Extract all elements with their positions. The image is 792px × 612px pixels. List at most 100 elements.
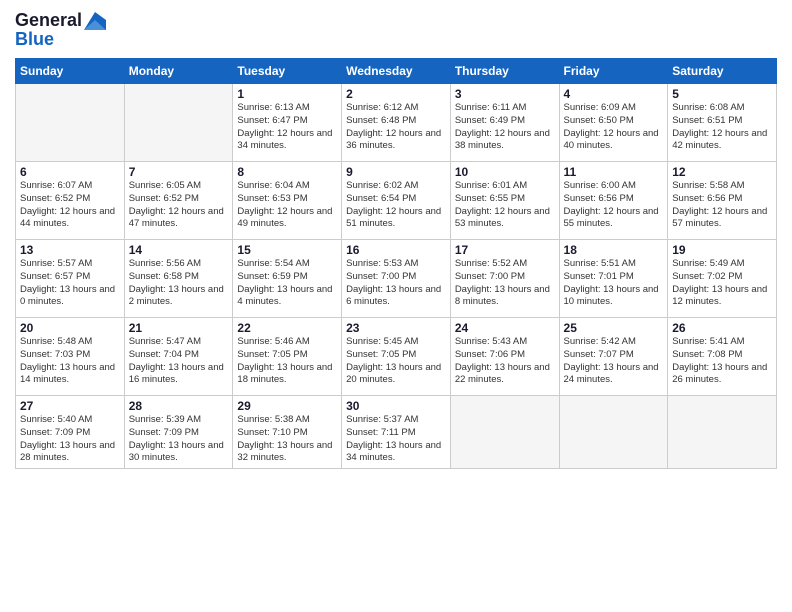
cell-info: Sunrise: 5:54 AMSunset: 6:59 PMDaylight:…	[237, 258, 337, 309]
cell-info: Sunrise: 6:07 AMSunset: 6:52 PMDaylight:…	[20, 180, 120, 231]
cell-info: Sunrise: 6:11 AMSunset: 6:49 PMDaylight:…	[455, 102, 555, 153]
calendar-cell: 2Sunrise: 6:12 AMSunset: 6:48 PMDaylight…	[342, 84, 451, 162]
week-row-3: 13Sunrise: 5:57 AMSunset: 6:57 PMDayligh…	[16, 240, 777, 318]
weekday-header-saturday: Saturday	[668, 59, 777, 84]
day-number: 19	[672, 243, 772, 257]
calendar-cell: 27Sunrise: 5:40 AMSunset: 7:09 PMDayligh…	[16, 396, 125, 469]
calendar-cell: 13Sunrise: 5:57 AMSunset: 6:57 PMDayligh…	[16, 240, 125, 318]
calendar-cell	[668, 396, 777, 469]
day-number: 27	[20, 399, 120, 413]
day-number: 26	[672, 321, 772, 335]
calendar-cell: 16Sunrise: 5:53 AMSunset: 7:00 PMDayligh…	[342, 240, 451, 318]
day-number: 14	[129, 243, 229, 257]
day-number: 28	[129, 399, 229, 413]
calendar-cell: 30Sunrise: 5:37 AMSunset: 7:11 PMDayligh…	[342, 396, 451, 469]
calendar-cell: 11Sunrise: 6:00 AMSunset: 6:56 PMDayligh…	[559, 162, 668, 240]
calendar-cell: 10Sunrise: 6:01 AMSunset: 6:55 PMDayligh…	[450, 162, 559, 240]
weekday-header-wednesday: Wednesday	[342, 59, 451, 84]
cell-info: Sunrise: 5:47 AMSunset: 7:04 PMDaylight:…	[129, 336, 229, 387]
day-number: 15	[237, 243, 337, 257]
calendar-cell: 15Sunrise: 5:54 AMSunset: 6:59 PMDayligh…	[233, 240, 342, 318]
cell-info: Sunrise: 5:49 AMSunset: 7:02 PMDaylight:…	[672, 258, 772, 309]
day-number: 30	[346, 399, 446, 413]
cell-info: Sunrise: 5:53 AMSunset: 7:00 PMDaylight:…	[346, 258, 446, 309]
calendar-cell: 7Sunrise: 6:05 AMSunset: 6:52 PMDaylight…	[124, 162, 233, 240]
day-number: 25	[564, 321, 664, 335]
calendar-cell: 29Sunrise: 5:38 AMSunset: 7:10 PMDayligh…	[233, 396, 342, 469]
calendar-cell: 21Sunrise: 5:47 AMSunset: 7:04 PMDayligh…	[124, 318, 233, 396]
calendar-cell: 20Sunrise: 5:48 AMSunset: 7:03 PMDayligh…	[16, 318, 125, 396]
day-number: 1	[237, 87, 337, 101]
cell-info: Sunrise: 6:00 AMSunset: 6:56 PMDaylight:…	[564, 180, 664, 231]
calendar-cell: 3Sunrise: 6:11 AMSunset: 6:49 PMDaylight…	[450, 84, 559, 162]
cell-info: Sunrise: 5:45 AMSunset: 7:05 PMDaylight:…	[346, 336, 446, 387]
weekday-header-monday: Monday	[124, 59, 233, 84]
cell-info: Sunrise: 6:01 AMSunset: 6:55 PMDaylight:…	[455, 180, 555, 231]
day-number: 5	[672, 87, 772, 101]
cell-info: Sunrise: 5:48 AMSunset: 7:03 PMDaylight:…	[20, 336, 120, 387]
cell-info: Sunrise: 5:56 AMSunset: 6:58 PMDaylight:…	[129, 258, 229, 309]
cell-info: Sunrise: 5:52 AMSunset: 7:00 PMDaylight:…	[455, 258, 555, 309]
cell-info: Sunrise: 5:42 AMSunset: 7:07 PMDaylight:…	[564, 336, 664, 387]
logo-blue-text: Blue	[15, 29, 106, 50]
logo-icon	[84, 12, 106, 30]
day-number: 16	[346, 243, 446, 257]
weekday-header-row: SundayMondayTuesdayWednesdayThursdayFrid…	[16, 59, 777, 84]
cell-info: Sunrise: 5:57 AMSunset: 6:57 PMDaylight:…	[20, 258, 120, 309]
calendar-cell: 26Sunrise: 5:41 AMSunset: 7:08 PMDayligh…	[668, 318, 777, 396]
calendar-cell: 4Sunrise: 6:09 AMSunset: 6:50 PMDaylight…	[559, 84, 668, 162]
calendar-cell	[124, 84, 233, 162]
cell-info: Sunrise: 6:08 AMSunset: 6:51 PMDaylight:…	[672, 102, 772, 153]
calendar-cell: 5Sunrise: 6:08 AMSunset: 6:51 PMDaylight…	[668, 84, 777, 162]
calendar-cell	[16, 84, 125, 162]
calendar-cell: 28Sunrise: 5:39 AMSunset: 7:09 PMDayligh…	[124, 396, 233, 469]
day-number: 4	[564, 87, 664, 101]
cell-info: Sunrise: 6:13 AMSunset: 6:47 PMDaylight:…	[237, 102, 337, 153]
day-number: 9	[346, 165, 446, 179]
cell-info: Sunrise: 5:38 AMSunset: 7:10 PMDaylight:…	[237, 414, 337, 465]
calendar-cell: 23Sunrise: 5:45 AMSunset: 7:05 PMDayligh…	[342, 318, 451, 396]
weekday-header-thursday: Thursday	[450, 59, 559, 84]
calendar-table: SundayMondayTuesdayWednesdayThursdayFrid…	[15, 58, 777, 469]
day-number: 2	[346, 87, 446, 101]
day-number: 24	[455, 321, 555, 335]
calendar-cell: 14Sunrise: 5:56 AMSunset: 6:58 PMDayligh…	[124, 240, 233, 318]
calendar-cell	[559, 396, 668, 469]
week-row-2: 6Sunrise: 6:07 AMSunset: 6:52 PMDaylight…	[16, 162, 777, 240]
weekday-header-tuesday: Tuesday	[233, 59, 342, 84]
cell-info: Sunrise: 5:46 AMSunset: 7:05 PMDaylight:…	[237, 336, 337, 387]
day-number: 23	[346, 321, 446, 335]
week-row-1: 1Sunrise: 6:13 AMSunset: 6:47 PMDaylight…	[16, 84, 777, 162]
cell-info: Sunrise: 5:37 AMSunset: 7:11 PMDaylight:…	[346, 414, 446, 465]
calendar-cell	[450, 396, 559, 469]
day-number: 8	[237, 165, 337, 179]
calendar-cell: 12Sunrise: 5:58 AMSunset: 6:56 PMDayligh…	[668, 162, 777, 240]
cell-info: Sunrise: 6:12 AMSunset: 6:48 PMDaylight:…	[346, 102, 446, 153]
day-number: 22	[237, 321, 337, 335]
cell-info: Sunrise: 6:05 AMSunset: 6:52 PMDaylight:…	[129, 180, 229, 231]
cell-info: Sunrise: 5:40 AMSunset: 7:09 PMDaylight:…	[20, 414, 120, 465]
day-number: 13	[20, 243, 120, 257]
day-number: 20	[20, 321, 120, 335]
day-number: 29	[237, 399, 337, 413]
calendar-cell: 22Sunrise: 5:46 AMSunset: 7:05 PMDayligh…	[233, 318, 342, 396]
calendar-cell: 9Sunrise: 6:02 AMSunset: 6:54 PMDaylight…	[342, 162, 451, 240]
calendar-cell: 6Sunrise: 6:07 AMSunset: 6:52 PMDaylight…	[16, 162, 125, 240]
day-number: 18	[564, 243, 664, 257]
cell-info: Sunrise: 6:09 AMSunset: 6:50 PMDaylight:…	[564, 102, 664, 153]
week-row-5: 27Sunrise: 5:40 AMSunset: 7:09 PMDayligh…	[16, 396, 777, 469]
day-number: 12	[672, 165, 772, 179]
day-number: 7	[129, 165, 229, 179]
day-number: 6	[20, 165, 120, 179]
header: General Blue	[15, 10, 777, 50]
calendar-cell: 24Sunrise: 5:43 AMSunset: 7:06 PMDayligh…	[450, 318, 559, 396]
cell-info: Sunrise: 6:02 AMSunset: 6:54 PMDaylight:…	[346, 180, 446, 231]
logo: General Blue	[15, 10, 106, 50]
page: General Blue SundayMondayTuesdayWednesda…	[0, 0, 792, 612]
logo-general: General	[15, 10, 82, 31]
weekday-header-sunday: Sunday	[16, 59, 125, 84]
day-number: 10	[455, 165, 555, 179]
calendar-cell: 8Sunrise: 6:04 AMSunset: 6:53 PMDaylight…	[233, 162, 342, 240]
calendar-cell: 25Sunrise: 5:42 AMSunset: 7:07 PMDayligh…	[559, 318, 668, 396]
weekday-header-friday: Friday	[559, 59, 668, 84]
